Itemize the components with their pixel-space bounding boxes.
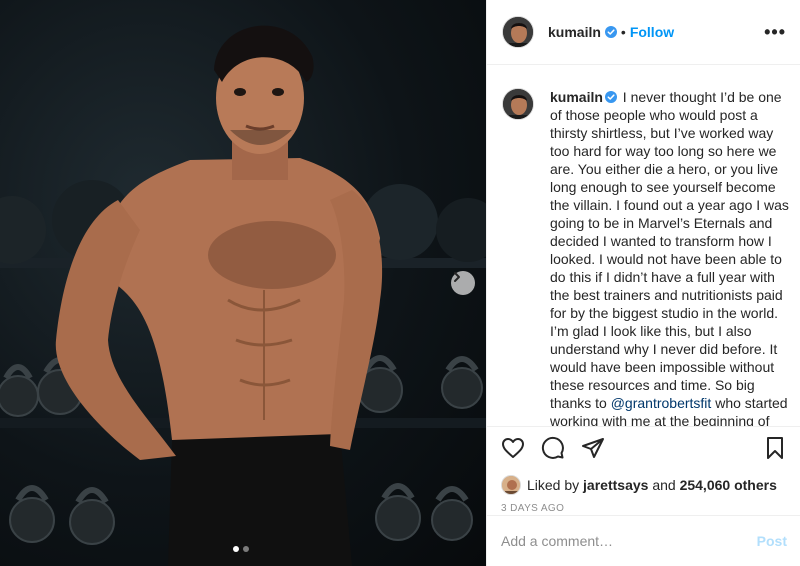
comment-input[interactable] xyxy=(501,533,757,549)
likes-summary: Liked by jarettsays and 254,060 others xyxy=(501,475,787,495)
and-word: and xyxy=(652,477,676,493)
share-button[interactable] xyxy=(581,436,605,460)
comment-icon xyxy=(541,436,564,459)
comment-button[interactable] xyxy=(541,436,565,460)
liker-avatar[interactable] xyxy=(501,475,521,495)
avatar-image xyxy=(502,476,520,494)
caption-text: kumailn I never thought I’d be one of th… xyxy=(550,88,791,426)
liked-by-prefix: Liked by xyxy=(527,477,580,493)
caption-avatar[interactable] xyxy=(502,88,534,120)
avatar[interactable] xyxy=(502,16,534,48)
liked-by-user-link[interactable]: jarettsays xyxy=(583,477,648,493)
mention-link[interactable]: @grantrobertsfit xyxy=(611,395,712,411)
avatar-image xyxy=(503,89,533,119)
action-icons xyxy=(501,435,787,461)
post-photo[interactable] xyxy=(0,0,486,566)
post-sidebar: kumailn • Follow ••• kumailn I never tho… xyxy=(486,0,800,566)
verified-badge-icon xyxy=(604,26,617,38)
others-count-link[interactable]: 254,060 others xyxy=(680,477,777,493)
caption: kumailn I never thought I’d be one of th… xyxy=(502,88,791,426)
carousel-next-button[interactable] xyxy=(451,271,475,295)
caption-body: I never thought I’d be one of those peop… xyxy=(550,89,789,411)
carousel-dot-active xyxy=(233,546,239,552)
carousel-next-icon xyxy=(454,272,460,282)
caption-scroll-area[interactable]: kumailn I never thought I’d be one of th… xyxy=(487,66,800,426)
caption-username-link[interactable]: kumailn xyxy=(550,89,603,105)
username-link[interactable]: kumailn xyxy=(548,24,601,40)
save-button[interactable] xyxy=(763,436,787,460)
share-icon xyxy=(582,438,604,458)
heart-icon xyxy=(502,438,524,458)
post-comment-button[interactable]: Post xyxy=(757,533,787,549)
post-timestamp[interactable]: 3 DAYS AGO xyxy=(501,503,787,514)
like-button[interactable] xyxy=(501,436,525,460)
follow-button[interactable]: Follow xyxy=(630,24,674,40)
more-options-icon[interactable]: ••• xyxy=(764,22,786,43)
carousel-dot xyxy=(243,546,249,552)
photo-illustration xyxy=(0,25,486,566)
avatar-image xyxy=(503,17,533,47)
post-actions: Liked by jarettsays and 254,060 others 3… xyxy=(487,426,800,514)
carousel-indicator xyxy=(233,546,249,552)
comment-form: Post xyxy=(487,515,800,566)
post-header: kumailn • Follow ••• xyxy=(487,0,800,65)
bookmark-icon xyxy=(767,437,783,459)
verified-badge-icon xyxy=(604,91,617,103)
separator-dot: • xyxy=(620,24,626,40)
